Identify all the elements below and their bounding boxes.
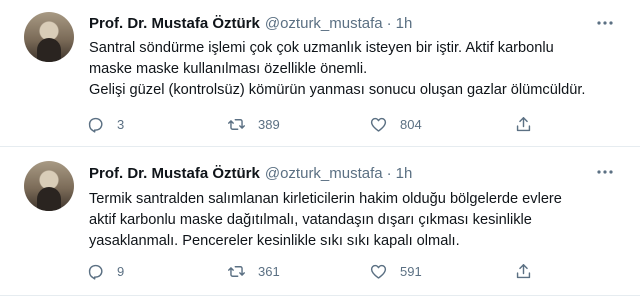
tweet-actions: 9 361 591 <box>86 262 546 284</box>
reply-button[interactable]: 3 <box>86 115 124 134</box>
author-handle[interactable]: @ozturk_mustafa <box>265 165 383 182</box>
tweet[interactable]: Prof. Dr. Mustafa Öztürk @ozturk_mustafa… <box>0 0 640 146</box>
reply-count: 9 <box>117 264 125 279</box>
author-name[interactable]: Prof. Dr. Mustafa Öztürk <box>89 15 260 32</box>
tweet-actions: 3 389 804 <box>86 115 546 137</box>
tweet-text-line: maske maske kullanılması özellikle öneml… <box>89 61 368 77</box>
tweet-text-line: yasaklanmalı. Pencereler kesinlikle sıkı… <box>89 233 460 249</box>
like-count: 591 <box>400 264 422 279</box>
share-icon <box>516 117 531 132</box>
tweet-text-line: Santral söndürme işlemi çok çok uzmanlık… <box>89 40 554 56</box>
retweet-count: 361 <box>258 264 280 279</box>
retweet-icon <box>228 119 245 130</box>
more-icon[interactable] <box>596 163 614 181</box>
tweet-text: Santral söndürme işlemi çok çok uzmanlık… <box>89 38 629 101</box>
heart-icon <box>370 117 387 132</box>
avatar[interactable] <box>24 12 74 62</box>
reply-button[interactable]: 9 <box>86 262 124 281</box>
like-button[interactable]: 591 <box>369 262 422 281</box>
retweet-button[interactable]: 361 <box>227 262 280 281</box>
share-icon <box>516 264 531 279</box>
share-button[interactable] <box>514 115 533 134</box>
author-handle[interactable]: @ozturk_mustafa <box>265 15 383 32</box>
tweet-header: Prof. Dr. Mustafa Öztürk @ozturk_mustafa… <box>89 15 412 32</box>
like-count: 804 <box>400 117 422 132</box>
tweet[interactable]: Prof. Dr. Mustafa Öztürk @ozturk_mustafa… <box>0 147 640 296</box>
share-button[interactable] <box>514 262 533 281</box>
tweet-text-line: aktif karbonlu maske dağıtılmalı, vatand… <box>89 212 532 228</box>
tweet-timestamp[interactable]: 1h <box>396 15 413 32</box>
reply-icon <box>88 264 103 280</box>
reply-icon <box>88 117 103 133</box>
retweet-button[interactable]: 389 <box>227 115 280 134</box>
tweet-text: Termik santralden salımlanan kirleticile… <box>89 189 629 252</box>
author-name[interactable]: Prof. Dr. Mustafa Öztürk <box>89 165 260 182</box>
reply-count: 3 <box>117 117 125 132</box>
tweet-text-line: Termik santralden salımlanan kirleticile… <box>89 191 562 207</box>
retweet-count: 389 <box>258 117 280 132</box>
avatar[interactable] <box>24 161 74 211</box>
more-icon[interactable] <box>596 14 614 32</box>
separator-dot: · <box>386 15 392 32</box>
tweet-timestamp[interactable]: 1h <box>396 165 413 182</box>
separator-dot: · <box>386 165 392 182</box>
tweet-header: Prof. Dr. Mustafa Öztürk @ozturk_mustafa… <box>89 165 412 182</box>
retweet-icon <box>228 266 245 277</box>
like-button[interactable]: 804 <box>369 115 422 134</box>
tweet-text-line: Gelişi güzel (kontrolsüz) kömürün yanmas… <box>89 82 586 98</box>
heart-icon <box>370 264 387 279</box>
